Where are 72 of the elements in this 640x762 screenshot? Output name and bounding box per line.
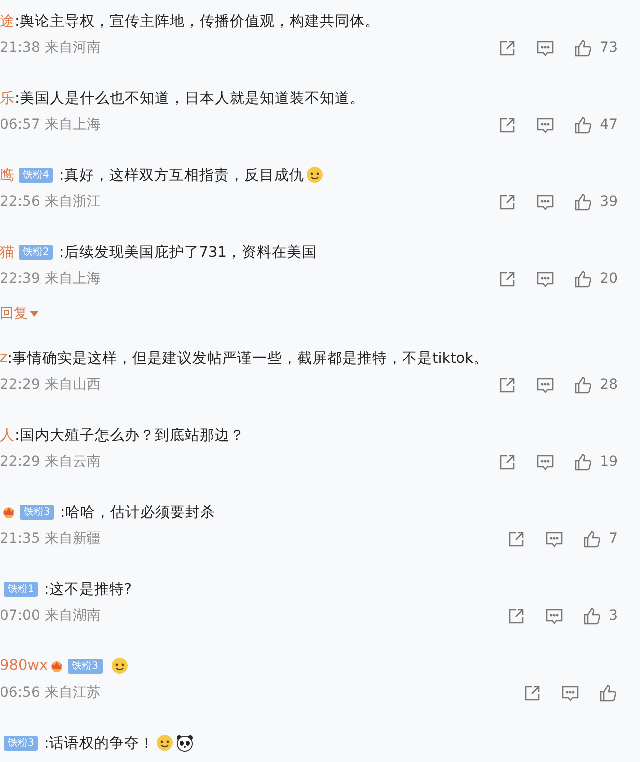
comment-icon[interactable] bbox=[536, 116, 556, 134]
panda-emoji-icon bbox=[176, 734, 194, 752]
share-icon[interactable] bbox=[498, 452, 518, 472]
comment-icon[interactable] bbox=[536, 38, 556, 58]
comment-meta: 22:29 来自云南 bbox=[0, 453, 102, 471]
like-icon[interactable] bbox=[574, 116, 594, 134]
like-icon[interactable] bbox=[574, 452, 594, 472]
like-count: 73 bbox=[600, 40, 618, 56]
comment-text: :话语权的争夺！ bbox=[44, 734, 154, 752]
share-icon[interactable] bbox=[523, 684, 542, 702]
comment-text: :真好，这样双方互相指责，反目成仇 bbox=[59, 166, 304, 184]
like-icon[interactable] bbox=[574, 376, 594, 394]
comment-meta: 06:56 来自江苏 bbox=[0, 684, 102, 702]
like-icon[interactable] bbox=[583, 530, 602, 548]
share-icon[interactable] bbox=[498, 116, 518, 134]
smiley-emoji-icon bbox=[306, 166, 324, 184]
comment-text: :事情确实是这样，但是建议发帖严谨一些，截屏都是推特，不是tiktok。 bbox=[8, 350, 489, 368]
comment-icon[interactable] bbox=[536, 270, 556, 288]
comment-text: :国内大殖子怎么办？到底站那边？ bbox=[15, 426, 245, 444]
share-icon[interactable] bbox=[498, 270, 518, 288]
like-count: 47 bbox=[600, 117, 618, 133]
fan-badge: 铁粉1 bbox=[4, 582, 38, 596]
user-name[interactable]: z bbox=[0, 350, 8, 366]
like-count: 39 bbox=[600, 194, 618, 210]
like-count: 7 bbox=[609, 531, 618, 547]
like-count: 28 bbox=[600, 377, 618, 393]
like-icon[interactable] bbox=[574, 270, 594, 288]
fan-badge: 铁粉3 bbox=[68, 658, 102, 674]
fan-badge: 铁粉3 bbox=[4, 736, 38, 750]
like-count: 3 bbox=[609, 608, 618, 624]
comment-icon[interactable] bbox=[536, 452, 556, 472]
share-icon[interactable] bbox=[498, 192, 518, 212]
comment-text: :舆论主导权，宣传主阵地，传播价值观，构建共同体。 bbox=[15, 12, 380, 30]
user-name[interactable]: 猫 bbox=[0, 242, 15, 262]
share-icon[interactable] bbox=[498, 376, 518, 394]
comment-text: :后续发现美国庇护了731，资料在美国 bbox=[59, 244, 317, 262]
comment-meta: 21:35 来自新疆 bbox=[0, 530, 102, 548]
comment-meta: 22:56 来自浙江 bbox=[0, 193, 102, 211]
comment-meta: 22:29 来自山西 bbox=[0, 376, 102, 394]
comment-meta: 06:57 来自上海 bbox=[0, 116, 102, 134]
like-icon[interactable] bbox=[574, 38, 594, 58]
user-name[interactable]: 途 bbox=[0, 12, 15, 30]
fan-badge: 铁粉3 bbox=[20, 504, 54, 520]
smiley-emoji-icon bbox=[156, 734, 174, 752]
comment-icon[interactable] bbox=[545, 606, 564, 626]
share-icon[interactable] bbox=[498, 38, 518, 58]
share-icon[interactable] bbox=[507, 606, 526, 626]
user-name[interactable]: 980wx bbox=[0, 658, 48, 674]
comment-text: :美国人是什么也不知道，日本人就是知道装不知道。 bbox=[15, 90, 365, 108]
like-icon[interactable] bbox=[583, 606, 602, 626]
comment-meta: 22:39 来自上海 bbox=[0, 270, 102, 288]
user-name[interactable]: 鹰 bbox=[0, 166, 15, 184]
comment-meta: 07:00 来自湖南 bbox=[0, 607, 102, 625]
user-name[interactable]: 人 bbox=[0, 426, 15, 444]
replies-link[interactable]: 回复 bbox=[0, 305, 28, 323]
smiley-emoji-icon bbox=[110, 657, 128, 675]
like-count: 20 bbox=[600, 271, 618, 287]
user-name[interactable]: 乐 bbox=[0, 88, 15, 108]
caret-icon[interactable] bbox=[30, 311, 39, 317]
share-icon[interactable] bbox=[507, 530, 526, 548]
comment-icon[interactable] bbox=[536, 376, 556, 394]
comment-icon[interactable] bbox=[545, 530, 564, 548]
comment-text: :哈哈，估计必须要封杀 bbox=[60, 504, 216, 522]
like-count: 19 bbox=[600, 454, 618, 470]
like-icon[interactable] bbox=[599, 684, 618, 702]
comment-icon[interactable] bbox=[536, 192, 556, 212]
comment-meta: 21:38 来自河南 bbox=[0, 39, 102, 57]
like-icon[interactable] bbox=[574, 192, 594, 212]
fan-badge: 铁粉4 bbox=[19, 168, 54, 182]
fan-badge: 铁粉2 bbox=[19, 244, 54, 260]
comment-icon[interactable] bbox=[561, 684, 580, 702]
comment-text: :这不是推特? bbox=[44, 580, 132, 598]
